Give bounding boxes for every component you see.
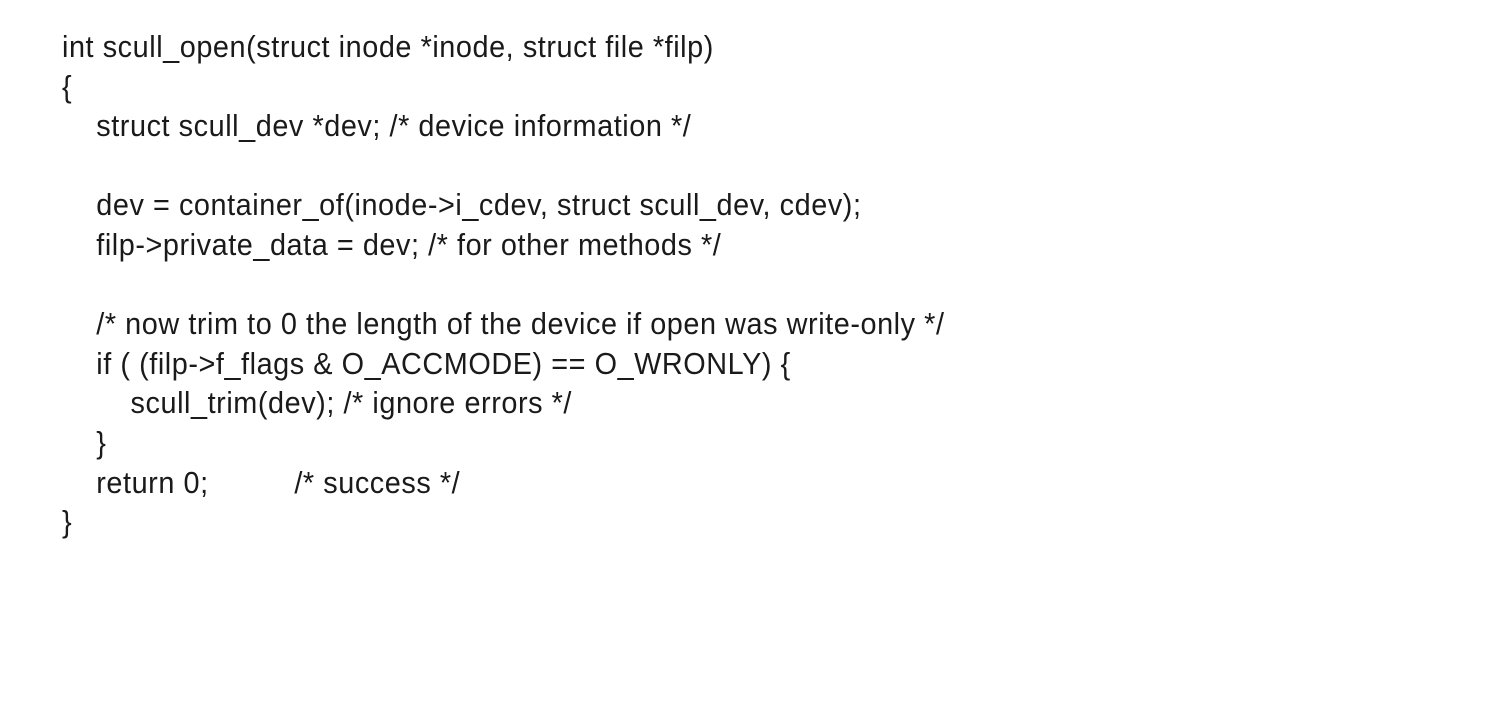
code-line-trim-comment: /* now trim to 0 the length of the devic…: [62, 306, 945, 342]
code-line-close-if-brace: }: [62, 424, 107, 460]
code-line-function-signature: int scull_open(struct inode *inode, stru…: [62, 29, 714, 64]
code-line-container-of: dev = container_of(inode->i_cdev, struct…: [62, 187, 862, 223]
code-line-close-brace: }: [62, 504, 73, 540]
code-line-private-data: filp->private_data = dev; /* for other m…: [62, 226, 722, 262]
code-line-dev-declaration: struct scull_dev *dev; /* device informa…: [62, 108, 692, 144]
code-line-return: return 0; /* success */: [62, 464, 461, 500]
code-line-if-wronly: if ( (filp->f_flags & O_ACCMODE) == O_WR…: [62, 345, 791, 381]
code-line-open-brace: {: [62, 68, 73, 104]
code-line-scull-trim: scull_trim(dev); /* ignore errors */: [62, 385, 572, 421]
code-listing: int scull_open(struct inode *inode, stru…: [62, 27, 1492, 542]
